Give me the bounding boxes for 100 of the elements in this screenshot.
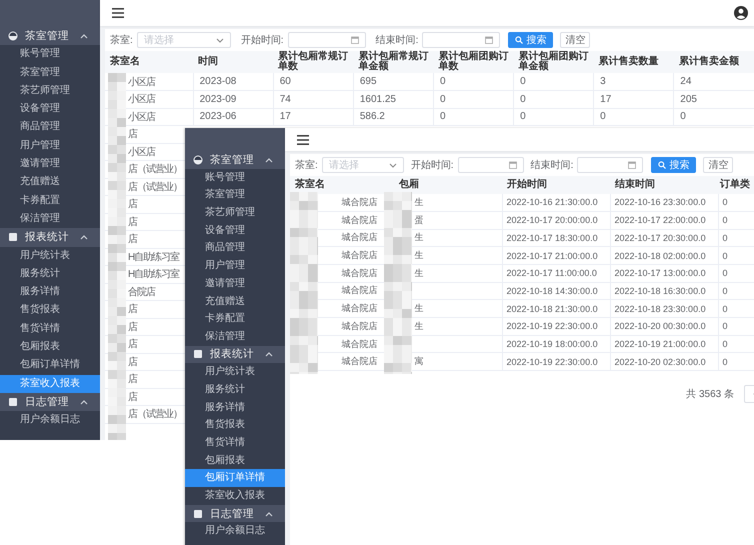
gauge-icon (193, 154, 203, 165)
date-field[interactable] (288, 32, 366, 48)
date-field[interactable] (422, 32, 500, 48)
menu-item[interactable]: 包厢报表 (185, 452, 285, 470)
menu-item[interactable]: 包厢报表 (0, 338, 100, 356)
table-cell: 74 (280, 94, 291, 105)
menu-item[interactable]: 用户统计表 (185, 363, 285, 381)
filter-label: 茶室: (295, 158, 318, 172)
square-icon (8, 397, 18, 408)
menu-item[interactable]: 充值赠送 (0, 173, 100, 192)
table-cell: 0 (680, 111, 686, 122)
menu-group[interactable]: 茶室管理 (185, 151, 285, 169)
table-cell: 2022-10-17 20:00:00.0 (506, 215, 598, 226)
table-cell: 0 (722, 197, 728, 208)
menu-icon (297, 134, 309, 144)
menu-item[interactable]: 茶室管理 (0, 64, 100, 82)
table-cell: 2022-10-16 23:30:00.0 (614, 197, 706, 208)
menu-item[interactable]: 用户余额日志 (0, 411, 100, 430)
clear-button[interactable]: 清空 (560, 32, 590, 48)
menu-item[interactable]: 服务统计 (185, 380, 285, 399)
menu-group[interactable]: 报表统计 (185, 346, 285, 364)
column-header: 包厢 (394, 176, 502, 194)
table-cell: 0 (440, 111, 446, 122)
column-header: 时间 (193, 51, 274, 73)
table-cell: 2022-10-18 16:30:00.0 (614, 286, 706, 296)
menu-item[interactable]: 保洁管理 (185, 328, 285, 346)
table-cell: 店（试营业） (128, 164, 182, 176)
menu-item[interactable]: 售货详情 (0, 320, 100, 338)
menu-item[interactable]: 账号管理 (0, 45, 100, 64)
date-field[interactable] (458, 157, 524, 173)
table-cell: 小区店 (128, 76, 155, 88)
table-cell: H自助练习室 (128, 269, 180, 280)
table-cell: 17 (600, 94, 612, 105)
table-cell: 城合院店 (342, 214, 378, 225)
column-header: 累计包厢常规订单数 (273, 51, 354, 73)
table-cell: 城合院店 (342, 338, 378, 349)
table-cell: 店 (128, 339, 137, 350)
chevron-up-icon (80, 399, 88, 406)
date-field[interactable] (577, 157, 644, 173)
table-cell: 17 (280, 111, 291, 122)
table-cell: 0 (722, 232, 728, 243)
search-button[interactable]: 搜索 (651, 157, 696, 173)
menu-group[interactable]: 茶室管理 (0, 27, 100, 46)
table-cell: 2022-10-17 20:30:00.0 (614, 232, 706, 243)
menu-item[interactable]: 包厢订单详情 (0, 356, 100, 375)
menu-item[interactable]: 服务统计 (0, 264, 100, 284)
table-cell: 205 (680, 94, 697, 105)
table-cell: 0 (722, 215, 728, 226)
menu-item[interactable]: 茶室管理 (185, 186, 285, 204)
table-cell: 0 (440, 76, 446, 87)
table-cell: 店 (128, 304, 137, 316)
menu-item[interactable]: 商品管理 (0, 118, 100, 137)
menu-item[interactable]: 服务详情 (185, 398, 285, 416)
menu-item[interactable]: 商品管理 (185, 239, 285, 258)
menu-item[interactable]: 用户统计表 (0, 246, 100, 265)
menu-item[interactable]: 充值赠送 (185, 292, 285, 310)
table-cell: 0 (520, 94, 526, 105)
menu-item[interactable]: 售货报表 (0, 301, 100, 320)
table-cell: 2022-10-19 22:30:00.0 (506, 321, 598, 332)
menu-group[interactable]: 报表统计 (0, 228, 100, 247)
menu-item[interactable]: 用户管理 (0, 136, 100, 156)
table-cell: 城合院店 (342, 320, 378, 331)
menu-item[interactable]: 邀请管理 (0, 155, 100, 174)
menu-item[interactable]: 茶艺师管理 (0, 82, 100, 100)
menu-item[interactable]: 茶室收入报表 (185, 487, 285, 505)
menu-item[interactable]: 售货详情 (185, 434, 285, 452)
user-avatar-icon[interactable] (734, 6, 748, 20)
menu-item[interactable]: 邀请管理 (185, 274, 285, 292)
table-cell: 2022-10-20 02:30:00.0 (614, 356, 706, 367)
clear-button[interactable]: 清空 (703, 157, 734, 173)
table-cell: 城合院店 (342, 356, 378, 366)
menu-item[interactable]: 账号管理 (185, 168, 285, 186)
search-button[interactable]: 搜索 (508, 32, 554, 48)
table-cell: 2023-08 (200, 76, 236, 87)
filter-label: 茶室: (110, 34, 133, 47)
table-cell: 0 (722, 286, 728, 296)
table-cell: 小区店 (128, 112, 155, 123)
menu-group[interactable]: 日志管理 (185, 504, 285, 522)
menu-item[interactable]: 用户管理 (185, 257, 285, 275)
menu-item[interactable]: 卡券配置 (0, 192, 100, 210)
table-cell: 0 (600, 111, 606, 122)
table-cell: 城合院店 (342, 232, 378, 242)
menu-item[interactable]: 包厢订单详情 (185, 469, 285, 488)
menu-item[interactable]: 设备管理 (185, 222, 285, 240)
menu-item[interactable]: 服务详情 (0, 283, 100, 302)
menu-item[interactable]: 茶艺师管理 (185, 204, 285, 222)
menu-item[interactable]: 用户余额日志 (185, 522, 285, 540)
menu-item[interactable]: 设备管理 (0, 100, 100, 118)
menu-item[interactable]: 售货报表 (185, 416, 285, 434)
menu-group[interactable]: 日志管理 (0, 392, 100, 412)
menu-item[interactable]: 卡券配置 (185, 310, 285, 328)
filter-label: 开始时间: (410, 158, 454, 172)
table-cell: 0 (722, 268, 728, 278)
menu-item[interactable]: 保洁管理 (0, 210, 100, 228)
table-cell: 0 (440, 94, 446, 105)
table-cell: 城合院店 (342, 196, 378, 207)
table-cell: 2022-10-18 21:30:00.0 (506, 304, 598, 314)
filter-label: 结束时间: (530, 158, 574, 172)
menu-item[interactable]: 茶室收入报表 (0, 374, 100, 393)
table-cell: 2023-06 (200, 111, 236, 122)
